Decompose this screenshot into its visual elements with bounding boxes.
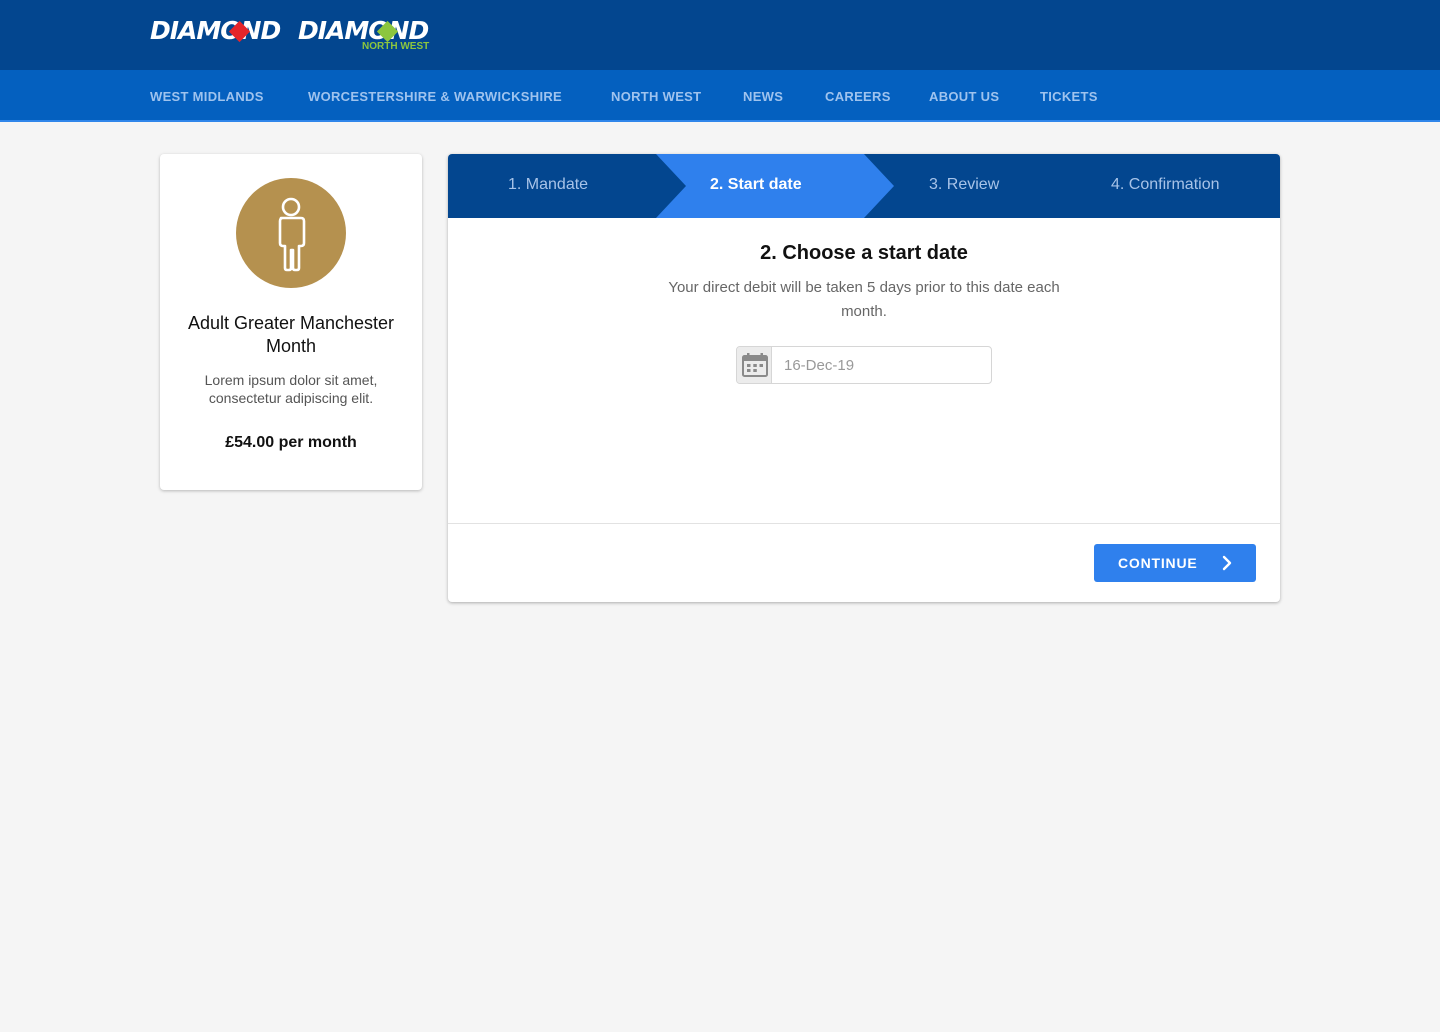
continue-label: CONTINUE xyxy=(1118,555,1198,571)
nav-item-north-west[interactable]: NORTH WEST xyxy=(611,89,701,104)
ticket-price: £54.00 per month xyxy=(225,434,357,451)
nav-item-tickets[interactable]: TICKETS xyxy=(1040,89,1098,104)
nav-item-west-midlands[interactable]: WEST MIDLANDS xyxy=(150,89,264,104)
chevron-right-icon xyxy=(1222,555,1232,571)
start-date-input[interactable] xyxy=(773,347,991,383)
step-mandate[interactable]: 1. Mandate xyxy=(508,176,588,194)
diamond-north-west-logo[interactable]: DIAMOND NORTH WEST xyxy=(298,16,438,56)
calendar-button[interactable] xyxy=(737,347,772,383)
ticket-avatar xyxy=(236,178,346,288)
form-subtext: Your direct debit will be taken 5 days p… xyxy=(668,279,1060,320)
main-nav: WEST MIDLANDS WORCESTERSHIRE & WARWICKSH… xyxy=(0,70,1440,122)
step-confirmation[interactable]: 4. Confirmation xyxy=(1111,176,1220,194)
continue-button[interactable]: CONTINUE xyxy=(1094,544,1256,582)
calendar-icon xyxy=(742,353,768,377)
footer-divider xyxy=(448,523,1280,524)
ticket-title: Adult Greater Manchester Month xyxy=(187,313,395,356)
person-icon xyxy=(278,197,306,272)
step-start-date[interactable]: 2. Start date xyxy=(710,176,802,194)
progress-steps: 1. Mandate 2. Start date 3. Review 4. Co… xyxy=(448,154,1280,218)
nav-item-worcestershire-warwickshire[interactable]: WORCESTERSHIRE & WARWICKSHIRE xyxy=(308,89,562,104)
start-date-panel: 1. Mandate 2. Start date 3. Review 4. Co… xyxy=(448,154,1280,602)
top-header: DIAMOND DIAMOND NORTH WEST xyxy=(0,0,1440,70)
ticket-description: Lorem ipsum dolor sit amet, consectetur … xyxy=(204,372,378,406)
north-west-subtitle: NORTH WEST xyxy=(362,41,430,52)
step-review[interactable]: 3. Review xyxy=(929,176,999,194)
form-heading: 2. Choose a start date xyxy=(760,242,968,264)
diamond-logo[interactable]: DIAMOND xyxy=(150,16,286,56)
start-date-field xyxy=(736,346,992,384)
nav-item-news[interactable]: NEWS xyxy=(743,89,783,104)
diamond-logo-text: DIAMOND xyxy=(150,16,281,45)
nav-item-careers[interactable]: CAREERS xyxy=(825,89,891,104)
nav-item-about-us[interactable]: ABOUT US xyxy=(929,89,999,104)
ticket-summary-card: Adult Greater Manchester Month Lorem ips… xyxy=(160,154,422,490)
